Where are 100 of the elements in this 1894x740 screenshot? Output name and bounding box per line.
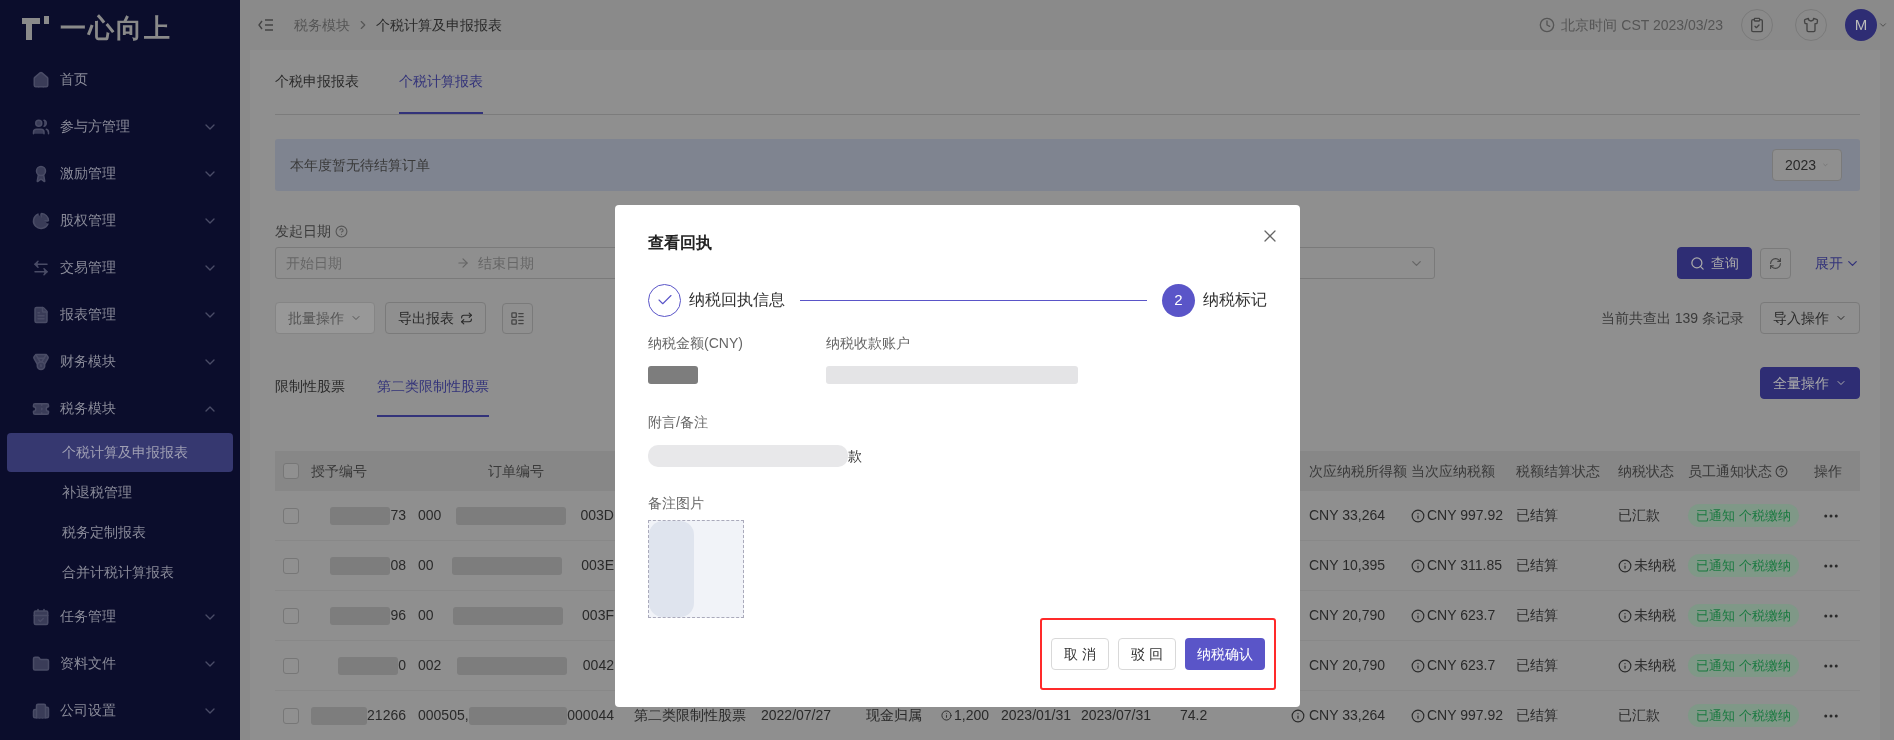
table-cell-text: CNY 10,395 <box>1309 556 1385 575</box>
info-icon <box>1411 658 1425 673</box>
table-cell-text: 002 <box>418 656 442 675</box>
sidebar-item[interactable]: 财务模块 <box>0 338 240 385</box>
table-cell-text: CNY 20,790 <box>1309 606 1385 625</box>
table-cell-text: 未纳税 <box>1634 606 1676 625</box>
user-avatar[interactable]: M <box>1845 9 1877 41</box>
sidebar-item[interactable]: 任务管理 <box>0 593 240 640</box>
column-header: 次应纳税所得额 <box>1309 461 1407 481</box>
table-cell-text: 000044 <box>567 706 614 725</box>
field-label: 附言/备注 <box>648 413 709 433</box>
sidebar-item[interactable]: 激励管理 <box>0 150 240 197</box>
table-cell-text: 0 <box>398 656 406 675</box>
sidebar-item[interactable]: 报表管理 <box>0 291 240 338</box>
table-cell-text: 74.2 <box>1180 706 1208 725</box>
image-thumbnail[interactable] <box>648 520 744 618</box>
status-tag: 已通知 个税缴纳 <box>1688 653 1799 678</box>
clipboard-icon <box>1749 17 1765 33</box>
query-button[interactable]: 查询 <box>1677 247 1752 279</box>
table-cell-text: CNY 33,264 <box>1309 706 1385 725</box>
info-icon <box>1618 658 1632 673</box>
dialog-button[interactable]: 驳 回 <box>1118 638 1176 670</box>
table-cell-text: CNY 997.92 <box>1427 706 1503 725</box>
table-cell-text: 0042 <box>582 656 614 675</box>
record-count: 当前共查出 139 条记录 <box>1600 308 1744 328</box>
pie-chart-icon <box>32 211 50 230</box>
sidebar-subitem[interactable]: 补退税管理 <box>7 473 233 512</box>
table-cell-text: CNY 20,790 <box>1309 656 1385 675</box>
info-icon <box>1618 608 1632 623</box>
table-cell-text: 003F <box>582 606 614 625</box>
step-number: 2 <box>1162 283 1195 317</box>
table-cell-text: 2023/07/31 <box>1081 706 1152 725</box>
help-icon <box>335 225 348 238</box>
table-cell-text: CNY 33,264 <box>1309 506 1385 525</box>
document-icon <box>32 305 50 324</box>
table-cell-text: 003D <box>580 506 614 525</box>
breadcrumb-current: 个税计算及申报报表 <box>376 15 502 35</box>
table-cell-text: 00 <box>418 606 434 625</box>
checkbox[interactable] <box>283 707 299 724</box>
sidebar-item[interactable]: 资料文件 <box>0 640 240 687</box>
swap-icon <box>460 311 473 325</box>
table-cell-text: CNY 623.7 <box>1427 656 1496 675</box>
sidebar-item[interactable]: 参与方管理 <box>0 103 240 150</box>
refresh-icon <box>1769 256 1782 270</box>
folder-icon <box>32 654 50 673</box>
checkbox[interactable] <box>283 657 299 674</box>
subtab[interactable]: 第二类限制性股票 <box>377 376 489 417</box>
export-button[interactable]: 导出报表 <box>385 302 486 334</box>
house-icon <box>32 70 50 89</box>
checkbox[interactable] <box>283 463 299 479</box>
help-icon <box>1775 464 1788 478</box>
status-tag: 已通知 个税缴纳 <box>1688 553 1799 578</box>
column-header: 税额结算状态 <box>1516 461 1600 481</box>
year-select[interactable]: 2023 <box>1772 149 1842 181</box>
column-header: 操作 <box>1814 461 1842 481</box>
checkbox[interactable] <box>283 507 299 524</box>
calendar-icon <box>32 607 50 626</box>
expand-link[interactable]: 展开 <box>1815 252 1860 274</box>
subtab[interactable]: 限制性股票 <box>275 376 345 417</box>
sidebar-item[interactable]: 首页 <box>0 56 240 103</box>
checkbox[interactable] <box>283 557 299 574</box>
table-cell-text: CNY 311.85 <box>1427 556 1502 575</box>
note-text: 款 <box>848 446 862 466</box>
sidebar-subitem[interactable]: 合并计税计算报表 <box>7 553 233 592</box>
sidebar-subitem[interactable]: 个税计算及申报报表 <box>7 433 233 472</box>
info-icon <box>1411 708 1425 723</box>
clock-icon <box>1539 17 1556 33</box>
checkbox[interactable] <box>283 607 299 624</box>
field-label: 纳税金额(CNY) <box>648 334 744 354</box>
sidebar-item[interactable]: 公司设置 <box>0 687 240 734</box>
table-cell-text: 73 <box>390 506 406 525</box>
field-label: 纳税收款账户 <box>826 334 911 354</box>
table-cell-text: 已结算 <box>1516 706 1558 725</box>
field-label: 发起日期 <box>275 222 331 241</box>
all-operations-button[interactable]: 全量操作 <box>1760 367 1860 399</box>
sidebar-item[interactable]: 股权管理 <box>0 197 240 244</box>
chevron-down-icon[interactable] <box>1878 20 1888 30</box>
sidebar-subitem[interactable]: 税务定制报表 <box>7 513 233 552</box>
table-cell-text: 1,200 <box>953 706 989 725</box>
column-header: 当次应纳税额 <box>1411 461 1495 481</box>
column-settings-button[interactable] <box>502 302 533 334</box>
import-button[interactable]: 导入操作 <box>1760 302 1860 334</box>
info-icon <box>1411 608 1425 623</box>
collapse-menu-icon[interactable] <box>258 18 274 32</box>
exchange-icon <box>32 258 50 277</box>
table-cell-text: CNY 623.7 <box>1427 606 1496 625</box>
dialog-button[interactable]: 取 消 <box>1051 638 1110 670</box>
table-cell-text: CNY 997.92 <box>1427 506 1503 525</box>
confirm-button[interactable]: 纳税确认 <box>1185 638 1265 670</box>
list-icon <box>510 310 525 326</box>
reset-button[interactable] <box>1760 247 1791 279</box>
sidebar-item[interactable]: 交易管理 <box>0 244 240 291</box>
table-cell-text: 000505, <box>418 706 469 725</box>
tab[interactable]: 个税计算报表 <box>399 71 483 114</box>
info-icon <box>1618 558 1632 573</box>
tab[interactable]: 个税申报报表 <box>275 71 359 114</box>
column-header: 授予编号 <box>311 461 367 481</box>
banner-text: 本年度暂无待结算订单 <box>290 155 431 175</box>
table-cell-text: 已结算 <box>1516 606 1558 625</box>
sidebar-item[interactable]: 税务模块 <box>0 385 240 432</box>
